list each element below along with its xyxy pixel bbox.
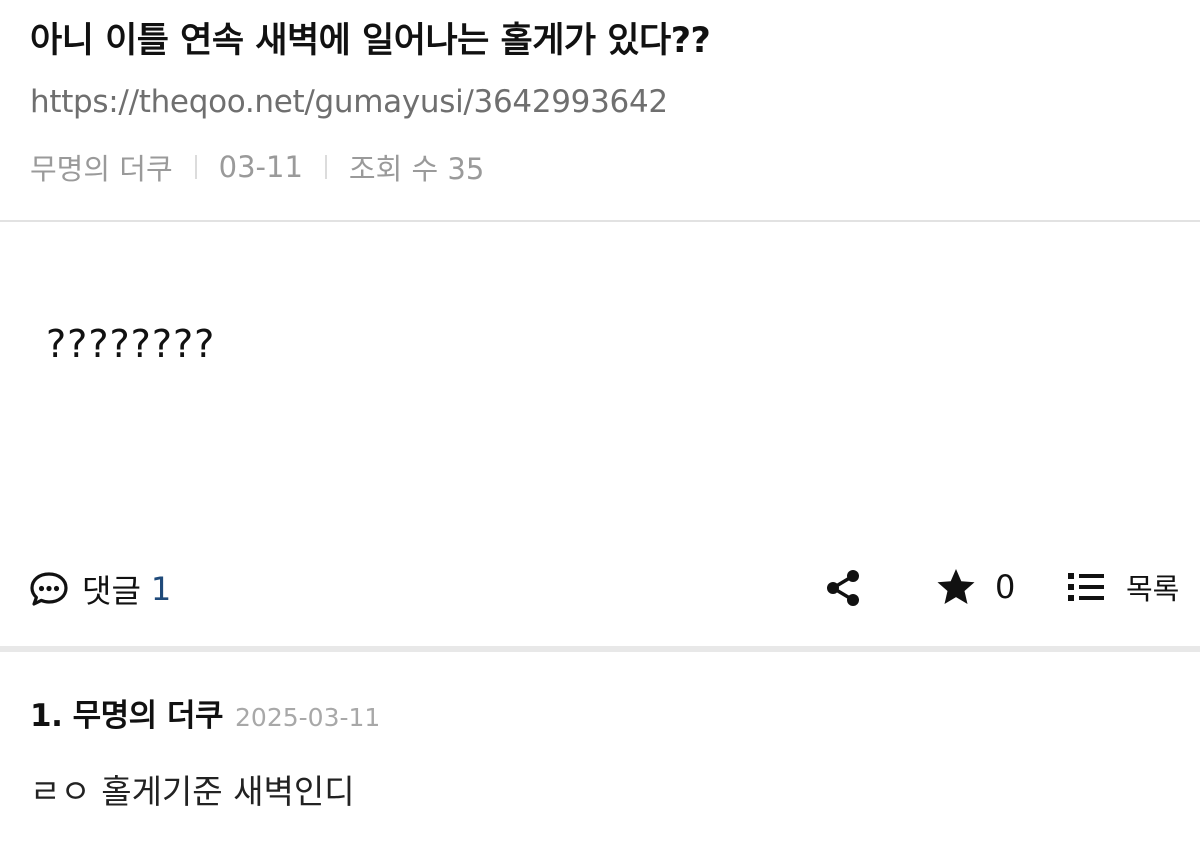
comment-text: ㄹㅇ 홀게기준 새벽인디 xyxy=(30,772,355,811)
post-author: 무명의 더쿠 xyxy=(30,152,173,186)
post-action-bar: 댓글 1 0 목록 xyxy=(0,552,1200,652)
comment-label: 댓글 xyxy=(82,572,141,610)
post-meta: 무명의 더쿠 03-11 조회 수 35 xyxy=(30,146,484,188)
post-date: 03-11 xyxy=(218,150,303,184)
post-title: 아니 이틀 연속 새벽에 일어나는 홀게가 있다?? xyxy=(30,21,711,61)
star-button[interactable]: 0 xyxy=(935,566,1015,608)
list-button[interactable]: 목록 xyxy=(1066,566,1179,608)
comment-author: 1. 무명의 더쿠 xyxy=(30,698,224,734)
post-views: 조회 수 35 xyxy=(348,152,485,186)
meta-divider xyxy=(194,155,197,179)
comment-count: 1 xyxy=(150,570,172,608)
share-icon[interactable] xyxy=(823,568,863,608)
comment-toggle-button[interactable]: 댓글 1 xyxy=(28,566,171,612)
list-icon xyxy=(1068,573,1104,601)
post-header: 아니 이틀 연속 새벽에 일어나는 홀게가 있다?? https://theqo… xyxy=(0,0,1200,222)
comment-header: 1. 무명의 더쿠 2025-03-11 xyxy=(30,690,1170,735)
star-icon xyxy=(937,569,975,604)
comment-item: 1. 무명의 더쿠 2025-03-11 ㄹㅇ 홀게기준 새벽인디 xyxy=(30,690,1170,813)
comment-date: 2025-03-11 xyxy=(235,703,381,732)
post-body: ???????? xyxy=(46,322,216,366)
list-label: 목록 xyxy=(1126,572,1180,606)
meta-divider xyxy=(324,155,327,179)
star-count: 0 xyxy=(995,568,1016,606)
speech-bubble-icon xyxy=(30,572,68,606)
post-url[interactable]: https://theqoo.net/gumayusi/3642993642 xyxy=(30,84,668,120)
